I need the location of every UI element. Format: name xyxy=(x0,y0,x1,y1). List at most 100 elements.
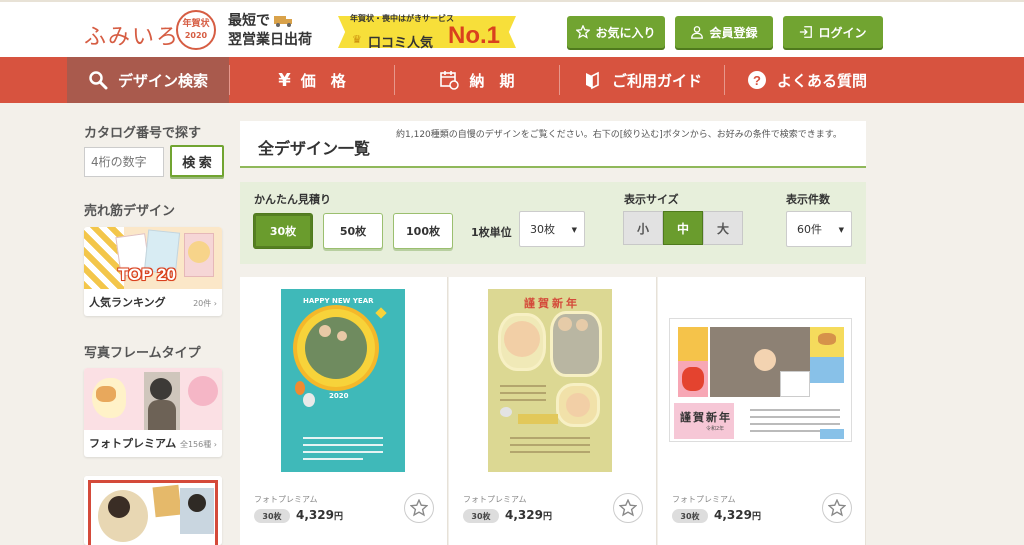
qty-30-button[interactable]: 30枚 xyxy=(253,213,313,249)
register-button[interactable]: 会員登録 xyxy=(675,16,773,48)
display-count-label: 表示件数 xyxy=(786,193,830,206)
nav-faq[interactable]: ? よくある質問 xyxy=(725,57,889,103)
product-price: 4,329円 xyxy=(296,508,343,522)
product-qty-badge: 30枚 xyxy=(254,509,290,523)
display-size-label: 表示サイズ xyxy=(624,193,679,206)
logo-text: ふみいろ xyxy=(84,25,181,50)
ranking-count: 20件 › xyxy=(193,299,217,308)
badge-label: 口コミ人気 xyxy=(368,36,434,51)
login-button[interactable]: ログイン xyxy=(783,16,883,48)
card-greeting-text: 謹賀新年 xyxy=(524,297,580,310)
favorite-star-button[interactable] xyxy=(822,493,852,523)
nav-design-search[interactable]: デザイン検索 xyxy=(67,57,229,103)
card-year-text: 2020 xyxy=(329,392,349,400)
ranking-label: 人気ランキング xyxy=(89,296,166,309)
page-title: 全デザイン一覧 xyxy=(258,139,371,158)
review-rank-badge: 年賀状・喪中はがきサービス ♛ 口コミ人気 No.1 xyxy=(338,12,518,52)
shipping-tagline: 最短で 翌営業日出荷 xyxy=(228,12,312,50)
calendar-icon xyxy=(440,71,460,90)
page-description: 約1,120種類の自慢のデザインをご覧ください。右下の[絞り込む]ボタンから、お… xyxy=(396,130,842,140)
dropdown-arrow-icon: ▼ xyxy=(838,226,844,234)
dropdown-arrow-icon: ▼ xyxy=(571,226,577,234)
product-image: HAPPY NEW YEAR 2020 xyxy=(281,289,405,472)
logo-stamp: 年賀状 2020 xyxy=(176,10,216,50)
product-kind: フォトプレミアム xyxy=(672,495,736,504)
tagline-line1: 最短で xyxy=(228,13,270,29)
card-greeting-text: HAPPY NEW YEAR xyxy=(303,297,374,305)
qty-50-button[interactable]: 50枚 xyxy=(323,213,383,249)
catalog-search-button[interactable]: 検 索 xyxy=(170,145,224,177)
ranking-card[interactable]: TOP 20 人気ランキング 20件 › xyxy=(84,227,222,316)
size-small-button[interactable]: 小 xyxy=(623,211,663,245)
top20-badge: TOP 20 xyxy=(118,265,176,284)
card-greeting-text: 謹賀新年 xyxy=(680,411,732,424)
filter-panel: かんたん見積り 30枚 50枚 100枚 1枚単位 30枚 ▼ 表示サイズ 小 … xyxy=(240,182,866,264)
truck-icon xyxy=(274,16,292,27)
bestseller-heading: 売れ筋デザイン xyxy=(84,204,176,219)
all-designs-header: 全デザイン一覧 約1,120種類の自慢のデザインをご覧ください。右下の[絞り込む… xyxy=(240,121,866,168)
guide-icon xyxy=(585,71,599,90)
user-icon xyxy=(691,26,704,39)
photo-premium-label: フォトプレミアム xyxy=(89,437,177,450)
nav-label: ご利用ガイド xyxy=(611,71,702,90)
product-card[interactable]: HAPPY NEW YEAR 2020 フォトプレミアム 30枚 4,329円 xyxy=(240,277,448,545)
photo-premium-card[interactable]: フォトプレミアム 全156種 › xyxy=(84,368,222,457)
card-sub-text: 令和2年 xyxy=(706,426,725,432)
frame-card-2-thumbnail xyxy=(84,476,222,545)
product-card[interactable]: 謹賀新年 令和2年 フォトプレミアム 30枚 4,329円 xyxy=(658,277,866,545)
crown-icon: ♛ xyxy=(352,33,362,46)
star-icon xyxy=(410,499,428,517)
product-image: 謹賀新年 令和2年 xyxy=(669,318,852,442)
size-large-button[interactable]: 大 xyxy=(703,211,743,245)
frame-type-heading: 写真フレームタイプ xyxy=(84,346,201,361)
unit-select[interactable]: 30枚 ▼ xyxy=(519,211,585,247)
login-icon xyxy=(800,26,813,38)
badge-rank: No.1 xyxy=(448,22,501,49)
ranking-thumbnail: TOP 20 xyxy=(84,227,222,289)
main-nav: デザイン検索 ¥ 価 格 納 期 ご利用ガイド ? よくある質問 xyxy=(0,57,1024,103)
display-size-group: 小 中 大 xyxy=(623,211,743,245)
photo-premium-count: 全156種 › xyxy=(179,440,217,449)
photo-premium-thumbnail xyxy=(84,368,222,430)
display-count-select[interactable]: 60件 ▼ xyxy=(786,211,852,247)
display-count-value: 60件 xyxy=(797,223,822,236)
tagline-line2: 翌営業日出荷 xyxy=(228,32,312,48)
unit-label: 1枚単位 xyxy=(471,226,512,239)
site-logo[interactable]: ふみいろ 年賀状 2020 xyxy=(84,10,216,50)
size-medium-button[interactable]: 中 xyxy=(663,211,703,245)
favorites-label: お気に入り xyxy=(595,25,656,40)
catalog-number-input[interactable] xyxy=(84,147,164,177)
register-label: 会員登録 xyxy=(709,25,758,40)
favorite-star-button[interactable] xyxy=(404,493,434,523)
favorite-star-button[interactable] xyxy=(613,493,643,523)
favorites-button[interactable]: お気に入り xyxy=(567,16,665,48)
logo-stamp-label: 年賀状 xyxy=(182,19,210,29)
question-icon: ? xyxy=(747,71,766,89)
product-qty-badge: 30枚 xyxy=(463,509,499,523)
product-price: 4,329円 xyxy=(714,508,761,522)
star-icon xyxy=(576,25,591,39)
nav-label: よくある質問 xyxy=(776,71,867,90)
nav-delivery[interactable]: 納 期 xyxy=(395,57,559,103)
estimate-label: かんたん見積り xyxy=(254,193,331,206)
nav-label: デザイン検索 xyxy=(117,71,208,90)
frame-card-2[interactable] xyxy=(84,476,222,545)
login-label: ログイン xyxy=(818,25,867,40)
logo-stamp-year: 2020 xyxy=(184,31,208,40)
star-icon xyxy=(828,499,846,517)
search-icon xyxy=(89,71,108,90)
product-price: 4,329円 xyxy=(505,508,552,522)
qty-100-button[interactable]: 100枚 xyxy=(393,213,453,249)
nav-label: 価 格 xyxy=(300,71,346,90)
unit-select-value: 30枚 xyxy=(530,223,555,236)
product-qty-badge: 30枚 xyxy=(672,509,708,523)
nav-price[interactable]: ¥ 価 格 xyxy=(230,57,394,103)
catalog-heading: カタログ番号で探す xyxy=(84,126,202,141)
nav-guide[interactable]: ご利用ガイド xyxy=(560,57,724,103)
product-card[interactable]: 謹賀新年 フォトプレミアム 30枚 4,329円 xyxy=(449,277,657,545)
badge-subtitle: 年賀状・喪中はがきサービス xyxy=(350,14,454,23)
star-icon xyxy=(619,499,637,517)
svg-text:?: ? xyxy=(753,73,761,88)
nav-label: 納 期 xyxy=(469,71,515,90)
site-header: ふみいろ 年賀状 2020 最短で 翌営業日出荷 年賀状・喪中はがきサービス ♛… xyxy=(0,0,1024,57)
